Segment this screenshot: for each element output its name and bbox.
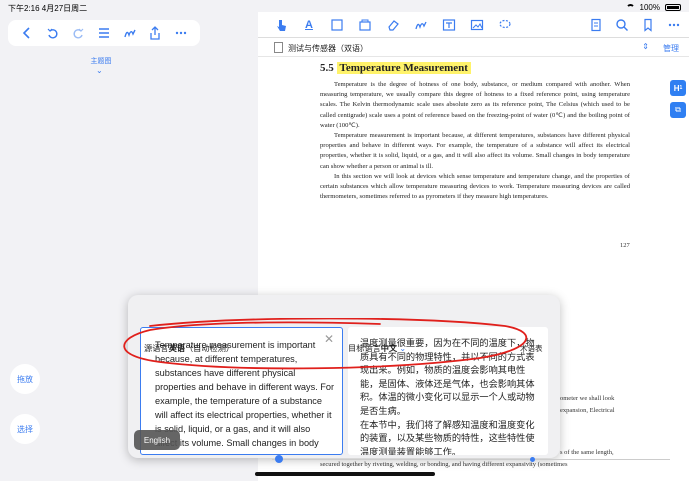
manage-button[interactable]: 管理 (663, 43, 679, 54)
more-icon[interactable] (667, 18, 681, 32)
source-language: 英语 (168, 344, 185, 353)
translation-panel: Temperature measurement is important bec… (128, 295, 560, 458)
close-icon[interactable]: ✕ (324, 332, 334, 346)
status-right: 100% (625, 3, 681, 12)
bookmark-icon[interactable] (641, 18, 655, 32)
target-language: 中文 (380, 344, 398, 353)
chevron-down-icon: ⌄ (397, 344, 407, 353)
share-icon[interactable] (146, 24, 164, 42)
chevron-down-icon[interactable]: ⌄ (96, 66, 103, 75)
source-language-selector[interactable]: 源语言英语（自动检测） (144, 342, 234, 354)
undo-icon[interactable] (44, 24, 62, 42)
document-tab[interactable]: 测试与传感器（双语） ⇕ 管理 (258, 39, 689, 57)
chevron-left-icon[interactable] (18, 24, 36, 42)
document-title: 测试与传感器（双语） (288, 44, 368, 53)
sort-icon[interactable]: ⇕ (642, 42, 649, 51)
redo-icon[interactable] (69, 24, 87, 42)
eraser-icon[interactable] (386, 18, 400, 32)
page-fragment: ometer we shall look (560, 395, 615, 402)
page-fragment: secured together by riveting, welding, o… (320, 461, 568, 468)
search-icon[interactable] (615, 18, 629, 32)
scrubber-start-handle[interactable] (275, 455, 283, 463)
text-tool-icon[interactable]: A (302, 18, 316, 32)
target-paragraph: 在本节中，我们将了解感知温度和温度变化的装置，以及某些物质的特性，这些特性使温度… (360, 419, 535, 455)
scrubber-position-handle[interactable] (530, 457, 535, 462)
more-icon[interactable] (172, 24, 190, 42)
english-chip[interactable]: English (134, 430, 180, 450)
handwriting-icon[interactable] (414, 18, 428, 32)
status-time-date: 下午2:16 4月27日周二 (8, 4, 88, 13)
image-icon[interactable] (470, 18, 484, 32)
heading-float-icon[interactable]: H1 (670, 80, 686, 96)
select-button[interactable]: 选择 (10, 414, 40, 444)
battery-icon (665, 4, 681, 11)
glossary-button[interactable]: 术语表 (520, 343, 543, 354)
target-text[interactable]: 温度测量很重要，因为在不同的温度下，物质具有不同的物理特性，并以不同的方式表现出… (360, 337, 536, 455)
pointer-icon[interactable] (274, 18, 288, 32)
document-toolbar: A (258, 12, 689, 38)
page-fragment: s of the same length, (560, 449, 614, 456)
page-fragment: expansion, Electrical (560, 407, 615, 414)
page-number: 127 (620, 242, 630, 249)
wifi-icon (625, 4, 635, 11)
shape-icon[interactable] (358, 18, 372, 32)
section-heading[interactable]: 5.5 Temperature Measurement (320, 62, 630, 74)
target-language-prefix: 目标语言 (348, 344, 381, 353)
paragraph[interactable]: Temperature is the degree of hotness of … (320, 80, 630, 131)
paragraph[interactable]: In this section we will look at devices … (320, 172, 630, 203)
section-number: 5.5 (320, 62, 334, 74)
pen-icon[interactable] (121, 24, 139, 42)
rectangle-select-icon[interactable] (330, 18, 344, 32)
section-title: Temperature Measurement (336, 62, 471, 74)
source-language-detect: （自动检测） (184, 344, 235, 353)
drag-button[interactable]: 拖放 (10, 364, 40, 394)
textbox-icon[interactable] (442, 18, 456, 32)
page-scrubber[interactable] (272, 459, 670, 460)
left-toolbar (8, 20, 200, 46)
translate-float-icon[interactable]: ⧉ (670, 102, 686, 118)
source-text[interactable]: Temperature measurement is important bec… (155, 338, 335, 454)
document-icon[interactable] (589, 18, 603, 32)
list-icon[interactable] (95, 24, 113, 42)
outline-label[interactable]: 主题图 (86, 56, 116, 66)
file-icon (274, 42, 283, 53)
target-language-selector[interactable]: 目标语言中文 ⌄ (348, 342, 406, 354)
battery-percent: 100% (639, 3, 660, 12)
page-content: 5.5 Temperature Measurement Temperature … (320, 62, 630, 202)
home-indicator (255, 472, 435, 476)
lasso-icon[interactable] (498, 18, 512, 32)
source-language-prefix: 源语言 (144, 344, 169, 353)
paragraph[interactable]: Temperature measurement is important bec… (320, 131, 630, 172)
